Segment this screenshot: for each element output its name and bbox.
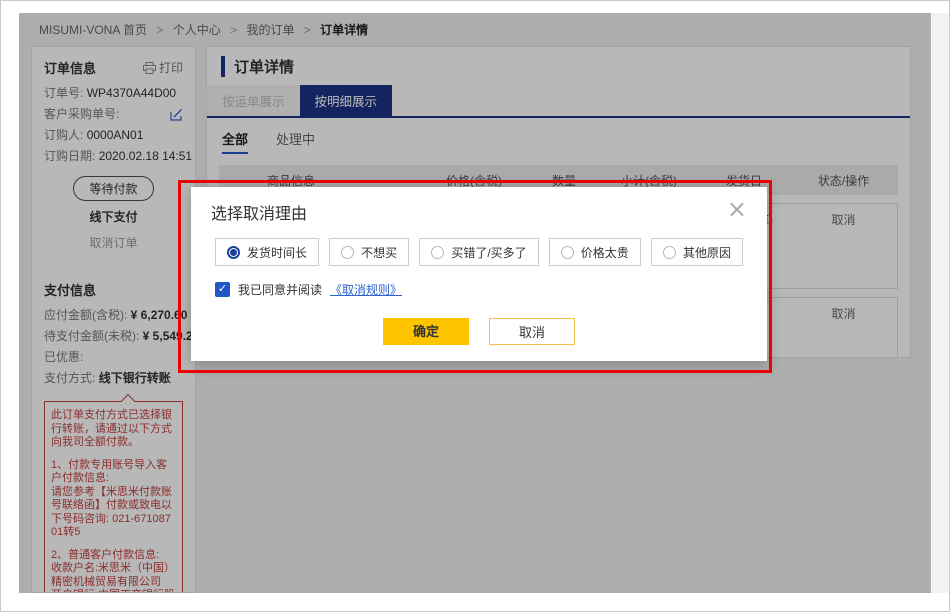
reason-option-label: 发货时间长 (247, 244, 307, 261)
radio-icon (431, 246, 444, 259)
confirm-button[interactable]: 确定 (383, 318, 469, 345)
reason-option-too-expensive[interactable]: 价格太贵 (549, 238, 641, 266)
reason-option-delivery-too-long[interactable]: 发货时间长 (215, 238, 319, 266)
radio-icon (561, 246, 574, 259)
cancel-reason-modal: 选择取消理由 × 发货时间长 不想买 买错了/买多了 价格太贵 其他原因 (191, 187, 767, 361)
agree-checkbox[interactable]: ✓ (215, 282, 230, 297)
radio-selected-icon (227, 246, 240, 259)
reason-option-dont-want[interactable]: 不想买 (329, 238, 409, 266)
screen: MISUMI-VONA 首页 > 个人中心 > 我的订单 > 订单详情 订单信息… (0, 0, 950, 612)
reason-option-label: 买错了/买多了 (451, 244, 526, 261)
modal-title: 选择取消理由 (211, 200, 307, 224)
cancel-reason-options: 发货时间长 不想买 买错了/买多了 价格太贵 其他原因 (215, 238, 743, 266)
close-icon[interactable]: × (727, 200, 747, 218)
reason-option-bought-wrong[interactable]: 买错了/买多了 (419, 238, 538, 266)
reason-option-label: 其他原因 (683, 244, 731, 261)
radio-icon (663, 246, 676, 259)
radio-icon (341, 246, 354, 259)
reason-option-label: 不想买 (361, 244, 397, 261)
cancel-rules-link[interactable]: 《取消规则》 (330, 281, 402, 298)
scrollbar-track[interactable] (932, 13, 949, 593)
reason-option-label: 价格太贵 (581, 244, 629, 261)
agree-text: 我已同意并阅读 (238, 281, 322, 298)
cancel-button[interactable]: 取消 (489, 318, 575, 345)
reason-option-other[interactable]: 其他原因 (651, 238, 743, 266)
